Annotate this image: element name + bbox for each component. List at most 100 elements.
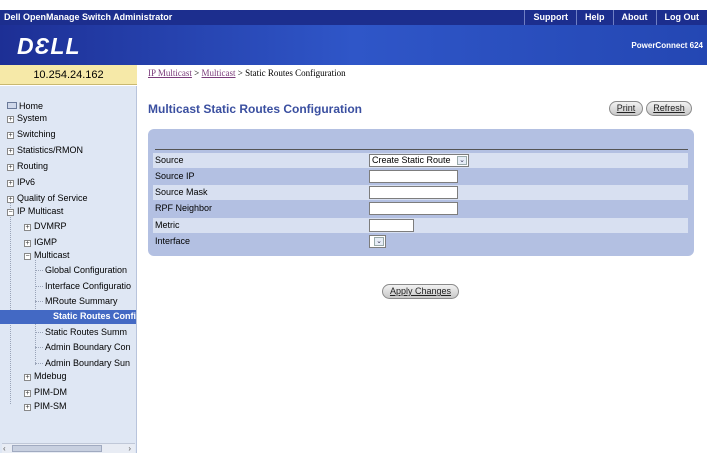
source-select-value: Create Static Route xyxy=(372,155,451,165)
sidebar-item-label: Global Configuration xyxy=(45,265,128,275)
sidebar-item-multicast[interactable]: − Multicast xyxy=(24,249,70,262)
sidebar-item-ipv6[interactable]: + IPv6 xyxy=(7,176,35,189)
breadcrumb-current: Static Routes Configuration xyxy=(245,68,346,78)
print-button[interactable]: Print xyxy=(609,101,643,116)
expand-icon[interactable]: + xyxy=(7,180,14,187)
source-row: Source Create Static Route ⌄ xyxy=(153,153,688,168)
source-mask-row: Source Mask xyxy=(153,185,688,200)
expand-icon[interactable]: + xyxy=(7,148,14,155)
breadcrumb-multicast[interactable]: Multicast xyxy=(202,68,236,78)
rpf-neighbor-input[interactable] xyxy=(369,202,458,215)
sidebar-item-switching[interactable]: + Switching xyxy=(7,128,56,141)
expand-icon[interactable]: + xyxy=(24,374,31,381)
source-label: Source xyxy=(155,155,184,165)
sidebar-item-dvmrp[interactable]: + DVMRP xyxy=(24,220,67,233)
expand-icon[interactable]: + xyxy=(24,390,31,397)
support-link[interactable]: Support xyxy=(524,10,576,25)
interface-label: Interface xyxy=(155,236,191,246)
collapse-icon[interactable]: − xyxy=(24,253,31,260)
tree-connector xyxy=(35,270,43,271)
sidebar-item-label: Statistics/RMON xyxy=(17,145,84,155)
sidebar-item-label: Routing xyxy=(17,161,49,171)
sidebar-item-statistics[interactable]: + Statistics/RMON xyxy=(7,144,83,157)
tree-connector xyxy=(35,347,43,348)
expand-icon[interactable]: + xyxy=(7,164,14,171)
chevron-down-icon[interactable]: ⌄ xyxy=(457,156,467,165)
refresh-button[interactable]: Refresh xyxy=(646,101,692,116)
breadcrumb: IP Multicast > Multicast > Static Routes… xyxy=(148,68,346,78)
top-nav: Support Help About Log Out xyxy=(524,10,707,25)
about-link[interactable]: About xyxy=(612,10,656,25)
metric-label: Metric xyxy=(155,220,180,230)
expand-icon[interactable]: + xyxy=(7,196,14,203)
sidebar-item-label: Mdebug xyxy=(34,371,67,381)
sidebar-item-label: Home xyxy=(19,101,44,111)
sidebar-item-label: MRoute Summary xyxy=(45,296,118,306)
source-ip-label: Source IP xyxy=(155,171,195,181)
breadcrumb-separator: > xyxy=(235,68,246,78)
sidebar-item-mroute-summary[interactable]: MRoute Summary xyxy=(45,295,118,308)
source-ip-input[interactable] xyxy=(369,170,458,183)
sidebar-item-static-routes-summary[interactable]: Static Routes Summ xyxy=(45,326,127,339)
sidebar-item-label: Interface Configuratio xyxy=(45,281,132,291)
tree-connector xyxy=(35,286,43,287)
source-mask-input[interactable] xyxy=(369,186,458,199)
sidebar-item-label: Admin Boundary Con xyxy=(45,342,131,352)
app-title: Dell OpenManage Switch Administrator xyxy=(4,12,173,22)
sidebar-horizontal-scrollbar[interactable]: ‹ › xyxy=(2,443,135,453)
sidebar-item-pim-dm[interactable]: + PIM-DM xyxy=(24,386,67,399)
metric-row: Metric xyxy=(153,218,688,233)
metric-input[interactable] xyxy=(369,219,414,232)
apply-changes-button[interactable]: Apply Changes xyxy=(382,284,459,299)
tree-connector xyxy=(35,301,43,302)
sidebar-item-mdebug[interactable]: + Mdebug xyxy=(24,370,67,383)
sidebar-item-pim-sm[interactable]: + PIM-SM xyxy=(24,400,67,413)
sidebar-item-label: Static Routes Confi xyxy=(53,311,137,321)
sidebar-item-system[interactable]: + System xyxy=(7,112,47,125)
sidebar-item-label: Admin Boundary Sun xyxy=(45,358,131,368)
source-mask-label: Source Mask xyxy=(155,187,208,197)
tree-connector xyxy=(35,363,43,364)
breadcrumb-ip-multicast[interactable]: IP Multicast xyxy=(148,68,192,78)
expand-icon[interactable]: + xyxy=(7,132,14,139)
tree-line xyxy=(10,202,11,404)
sidebar-item-qos[interactable]: + Quality of Service xyxy=(7,192,88,205)
sidebar-item-interface-configuration[interactable]: Interface Configuratio xyxy=(45,280,131,293)
interface-select[interactable]: ⌄ xyxy=(369,235,386,248)
scroll-right-icon[interactable]: › xyxy=(128,444,131,453)
sidebar-item-routing[interactable]: + Routing xyxy=(7,160,48,173)
scroll-left-icon[interactable]: ‹ xyxy=(3,444,6,453)
source-select[interactable]: Create Static Route ⌄ xyxy=(369,154,469,167)
sidebar-item-label: IGMP xyxy=(34,237,58,247)
sidebar-item-igmp[interactable]: + IGMP xyxy=(24,236,57,249)
help-link[interactable]: Help xyxy=(575,10,613,25)
logout-link[interactable]: Log Out xyxy=(655,10,707,25)
sidebar-item-label: DVMRP xyxy=(34,221,67,231)
sidebar-item-static-routes-configuration[interactable]: Static Routes Confi xyxy=(0,310,137,324)
sidebar-item-label: Switching xyxy=(17,129,56,139)
panel-divider xyxy=(155,149,688,150)
dell-logo: DƐLL xyxy=(17,33,81,59)
chevron-down-icon[interactable]: ⌄ xyxy=(374,237,384,246)
sidebar-item-admin-boundary-summary[interactable]: Admin Boundary Sun xyxy=(45,357,130,370)
expand-icon[interactable]: + xyxy=(24,404,31,411)
collapse-icon[interactable]: − xyxy=(7,209,14,216)
sidebar-item-label: Multicast xyxy=(34,250,70,260)
banner: DƐLL PowerConnect 624 xyxy=(0,25,707,65)
expand-icon[interactable]: + xyxy=(24,224,31,231)
sidebar-item-ip-multicast[interactable]: − IP Multicast xyxy=(7,205,63,218)
expand-icon[interactable]: + xyxy=(7,116,14,123)
sidebar-item-label: PIM-SM xyxy=(34,401,67,411)
sidebar-item-global-configuration[interactable]: Global Configuration xyxy=(45,264,127,277)
breadcrumb-separator: > xyxy=(191,68,202,78)
product-name: PowerConnect 624 xyxy=(631,41,703,50)
sidebar-item-label: Quality of Service xyxy=(17,193,88,203)
scrollbar-thumb[interactable] xyxy=(12,445,102,452)
tree-connector xyxy=(35,332,43,333)
sidebar-item-admin-boundary-configuration[interactable]: Admin Boundary Con xyxy=(45,341,131,354)
sidebar-item-label: Static Routes Summ xyxy=(45,327,128,337)
interface-row: Interface ⌄ xyxy=(153,234,688,249)
expand-icon[interactable]: + xyxy=(24,240,31,247)
source-ip-row: Source IP xyxy=(153,169,688,184)
home-icon xyxy=(7,102,17,109)
